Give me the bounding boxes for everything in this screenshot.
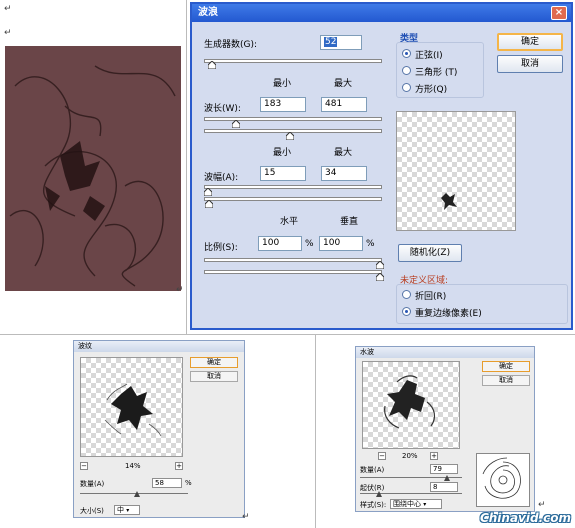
type-square-radio[interactable] xyxy=(402,83,411,92)
dialog-title: 水波 xyxy=(360,348,374,356)
wave-dialog: 波浪 × 生成器数(G): 52 最小 最大 波长(W): 183 481 最小… xyxy=(190,2,573,330)
wavelength-label: 波长(W): xyxy=(204,104,241,114)
water-titlebar: 水波 xyxy=(356,347,534,358)
chevron-down-icon: ▾ xyxy=(126,507,130,514)
scale-horizontal-input[interactable]: 100 xyxy=(258,236,302,251)
max-label: 最大 xyxy=(334,148,353,158)
dialog-title: 波纹 xyxy=(78,342,92,350)
type-triangle-radio[interactable] xyxy=(402,66,411,75)
type-square-label[interactable]: 方形(Q) xyxy=(415,82,447,95)
ripple-preview-area xyxy=(80,357,183,457)
amplitude-min-input[interactable]: 15 xyxy=(260,166,306,181)
scale-vertical-slider-thumb[interactable] xyxy=(376,273,384,281)
amplitude-min-slider-track[interactable] xyxy=(204,185,382,189)
wavelength-min-slider-thumb[interactable] xyxy=(232,120,240,128)
ripple-cancel-button[interactable]: 取消 xyxy=(190,371,238,382)
amount-slider-thumb[interactable] xyxy=(134,491,140,497)
wrap-around-label[interactable]: 折回(R) xyxy=(415,289,446,302)
ripple-titlebar: 波纹 xyxy=(74,341,244,352)
ripple-ok-button[interactable]: 确定 xyxy=(190,357,238,368)
wrap-around-radio[interactable] xyxy=(402,290,411,299)
amount-slider-thumb[interactable] xyxy=(444,475,450,481)
percent-label: % xyxy=(366,239,375,249)
wavelength-min-input[interactable]: 183 xyxy=(260,97,306,112)
paragraph-mark: ↵ xyxy=(4,28,12,38)
chevron-down-icon: ▾ xyxy=(423,501,427,508)
ripple-dialog: 波纹 确定 取消 − 14% + 数量(A) 58 % 大小(S) 中 ▾ xyxy=(73,340,245,518)
wavelength-max-input[interactable]: 481 xyxy=(321,97,367,112)
cancel-button[interactable]: 取消 xyxy=(497,55,563,73)
water-dialog: 水波 确定 取消 − 20% + 数量(A) 79 起伏(R) 8 样式(S):… xyxy=(355,346,535,512)
divider xyxy=(315,334,316,528)
close-button[interactable]: × xyxy=(551,6,567,20)
type-sine-radio[interactable] xyxy=(402,49,411,58)
generators-slider-track[interactable] xyxy=(204,59,382,63)
zoom-in-button[interactable]: + xyxy=(175,462,183,470)
ridges-slider-thumb[interactable] xyxy=(376,491,382,497)
min-label: 最小 xyxy=(273,148,292,158)
amount-input[interactable]: 58 xyxy=(152,478,182,488)
ripple-preview-shape xyxy=(104,383,162,437)
amplitude-max-input[interactable]: 34 xyxy=(321,166,367,181)
scale-label: 比例(S): xyxy=(204,243,238,253)
percent-label: % xyxy=(185,479,192,487)
water-cancel-button[interactable]: 取消 xyxy=(482,375,530,386)
type-triangle-label[interactable]: 三角形 (T) xyxy=(415,65,457,78)
generators-label: 生成器数(G): xyxy=(204,40,258,50)
ok-button[interactable]: 确定 xyxy=(497,33,563,51)
style-label: 样式(S): xyxy=(360,501,387,509)
style-select[interactable]: 围绕中心 ▾ xyxy=(390,499,442,509)
repeat-edge-label[interactable]: 重复边缘像素(E) xyxy=(415,306,482,319)
amount-label: 数量(A) xyxy=(80,480,105,488)
divider xyxy=(186,0,187,335)
paragraph-mark: ↵ xyxy=(4,4,12,14)
scale-horizontal-slider-track[interactable] xyxy=(204,258,382,262)
zoom-out-button[interactable]: − xyxy=(378,452,386,460)
zoom-in-button[interactable]: + xyxy=(430,452,438,460)
vertical-label: 垂直 xyxy=(340,217,359,227)
water-preview-area xyxy=(362,361,460,449)
divider xyxy=(0,334,575,335)
repeat-edge-radio[interactable] xyxy=(402,307,411,316)
zoom-level: 14% xyxy=(125,462,141,470)
amount-input[interactable]: 79 xyxy=(430,464,458,474)
min-label: 最小 xyxy=(273,79,292,89)
wave-artwork-image xyxy=(5,46,181,291)
type-sine-label[interactable]: 正弦(I) xyxy=(415,48,443,61)
preview-area xyxy=(396,111,516,231)
max-label: 最大 xyxy=(334,79,353,89)
amplitude-max-slider-thumb[interactable] xyxy=(205,200,213,208)
generators-input[interactable]: 52 xyxy=(320,35,362,50)
scale-vertical-input[interactable]: 100 xyxy=(319,236,363,251)
wavelength-min-slider-track[interactable] xyxy=(204,117,382,121)
size-select[interactable]: 中 ▾ xyxy=(114,505,140,515)
wavelength-max-slider-thumb[interactable] xyxy=(286,132,294,140)
water-preview-shape xyxy=(384,375,436,429)
site-watermark: Chinavid.com xyxy=(479,511,571,525)
water-ok-button[interactable]: 确定 xyxy=(482,361,530,372)
amplitude-max-slider-track[interactable] xyxy=(204,197,382,201)
zoom-level: 20% xyxy=(402,452,418,460)
size-label: 大小(S) xyxy=(80,507,104,515)
dialog-title: 波浪 xyxy=(198,7,218,18)
swirl-icon xyxy=(482,457,521,499)
return-mark: ↵ xyxy=(176,285,184,295)
preview-shape xyxy=(441,193,457,210)
scale-horizontal-slider-thumb[interactable] xyxy=(376,261,384,269)
zoom-out-button[interactable]: − xyxy=(80,462,88,470)
amount-label: 数量(A) xyxy=(360,466,385,474)
randomize-button[interactable]: 随机化(Z) xyxy=(398,244,462,262)
horizontal-label: 水平 xyxy=(280,217,299,227)
percent-label: % xyxy=(305,239,314,249)
wave-dialog-titlebar: 波浪 xyxy=(192,4,571,22)
scale-vertical-slider-track[interactable] xyxy=(204,270,382,274)
ridges-input[interactable]: 8 xyxy=(430,482,458,492)
swirl-preview xyxy=(476,453,530,507)
return-mark: ↵ xyxy=(538,500,546,510)
amplitude-min-slider-thumb[interactable] xyxy=(204,188,212,196)
return-mark: ↵ xyxy=(242,512,250,522)
generators-slider-thumb[interactable] xyxy=(208,61,216,69)
amplitude-label: 波幅(A): xyxy=(204,173,239,183)
